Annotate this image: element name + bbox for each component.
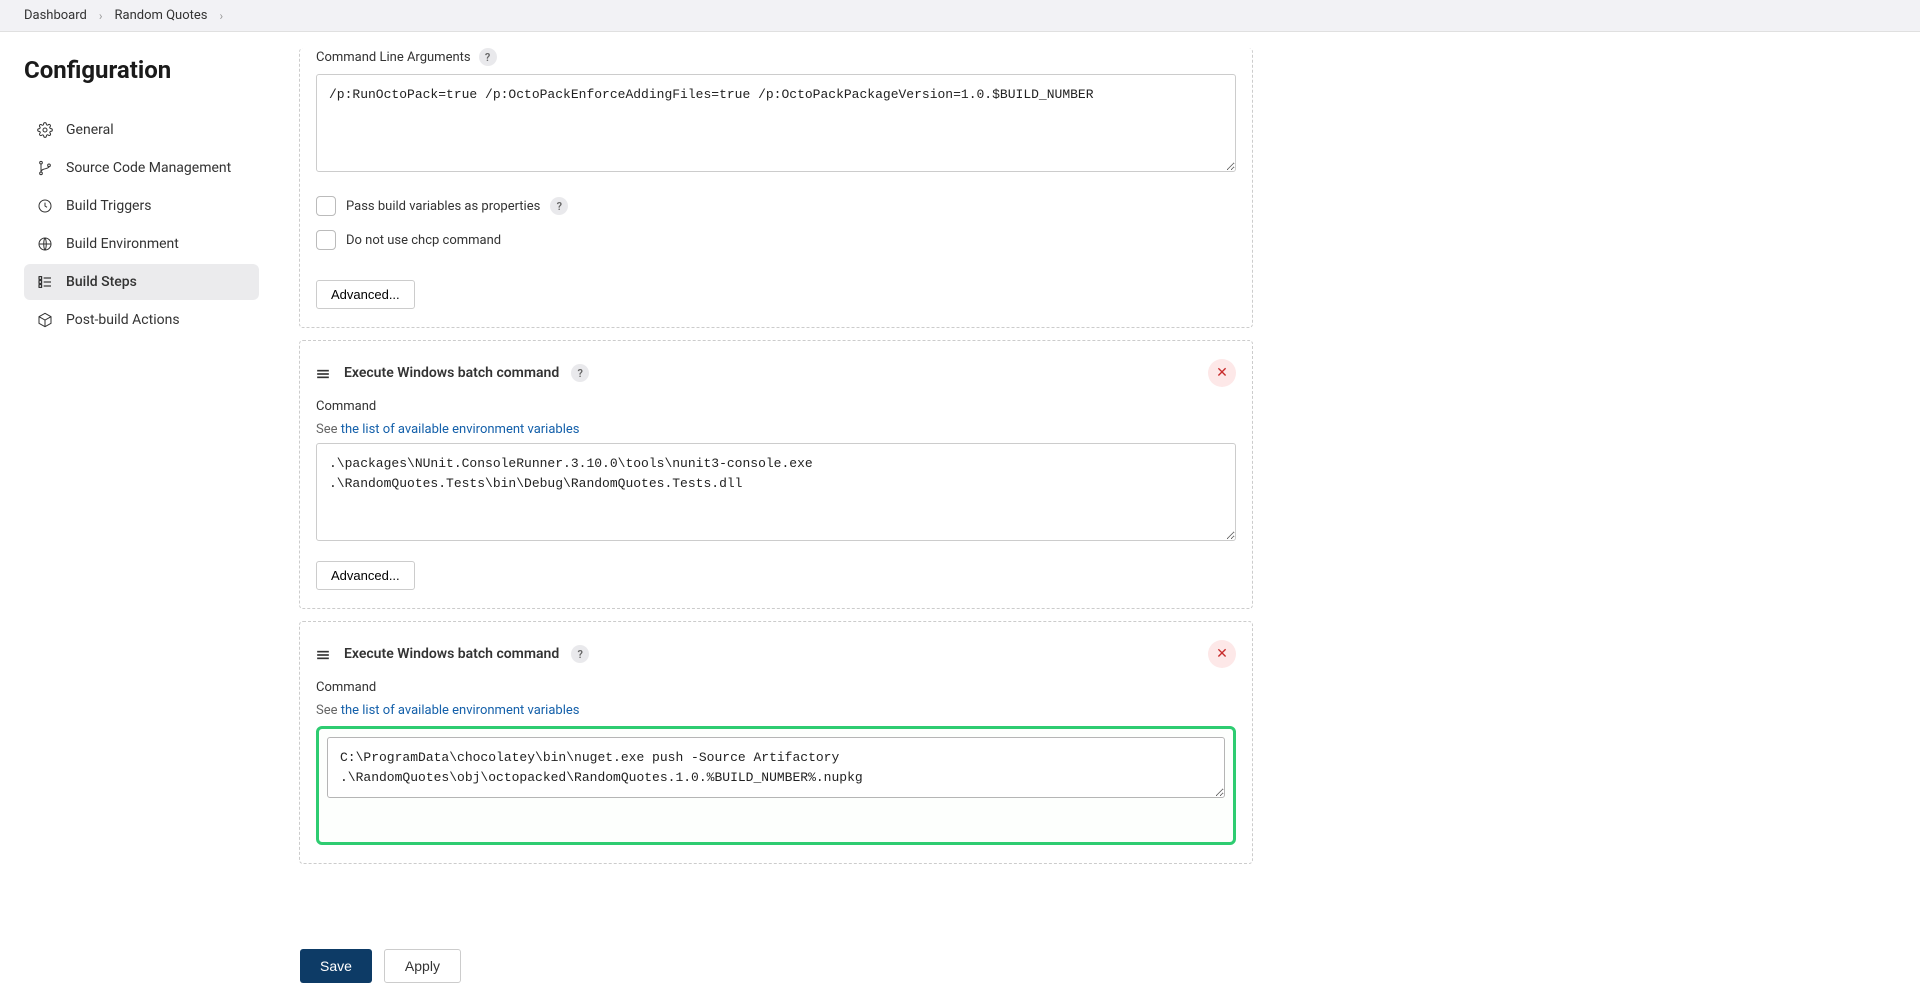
nav-environment[interactable]: Build Environment — [24, 226, 259, 262]
drag-handle-icon[interactable] — [316, 367, 332, 379]
build-step-msbuild: Command Line Arguments ? Pass build vari… — [299, 48, 1253, 328]
env-vars-link[interactable]: the list of available environment variab… — [341, 703, 580, 718]
chevron-right-icon: › — [99, 9, 103, 23]
command-input-highlighted[interactable] — [327, 737, 1225, 798]
apply-button[interactable]: Apply — [384, 949, 461, 983]
package-icon — [36, 311, 54, 329]
advanced-button[interactable]: Advanced... — [316, 561, 415, 590]
save-button[interactable]: Save — [300, 949, 372, 983]
bottom-action-bar: Save Apply — [300, 949, 461, 983]
globe-icon — [36, 235, 54, 253]
help-icon[interactable]: ? — [550, 197, 568, 215]
gear-icon — [36, 121, 54, 139]
help-icon[interactable]: ? — [571, 645, 589, 663]
nav-label: Build Steps — [66, 274, 137, 290]
cmdline-args-input[interactable] — [316, 74, 1236, 172]
step-title: Execute Windows batch command — [344, 646, 559, 662]
nav-general[interactable]: General — [24, 112, 259, 148]
build-step-batch-2: Execute Windows batch command ? ✕ Comman… — [299, 621, 1253, 864]
sidebar: Configuration General Source Code Manage… — [0, 32, 275, 976]
delete-step-button[interactable]: ✕ — [1208, 359, 1236, 387]
nav-label: Build Environment — [66, 236, 179, 252]
step-title: Execute Windows batch command — [344, 365, 559, 381]
command-label: Command — [316, 680, 1236, 695]
env-vars-hint: See the list of available environment va… — [316, 703, 1236, 718]
nav-label: Source Code Management — [66, 160, 231, 176]
nav-build-steps[interactable]: Build Steps — [24, 264, 259, 300]
help-icon[interactable]: ? — [479, 48, 497, 66]
cmdline-args-label: Command Line Arguments ? — [316, 48, 1236, 66]
command-label: Command — [316, 399, 1236, 414]
checkbox-label: Pass build variables as properties — [346, 199, 540, 214]
chevron-right-icon: › — [220, 9, 224, 23]
nav-label: Post-build Actions — [66, 312, 180, 328]
build-step-batch-1: Execute Windows batch command ? ✕ Comman… — [299, 340, 1253, 609]
page-title: Configuration — [24, 56, 259, 84]
delete-step-button[interactable]: ✕ — [1208, 640, 1236, 668]
checkbox-label: Do not use chcp command — [346, 233, 501, 248]
checkbox-pass-vars[interactable] — [316, 196, 336, 216]
branch-icon — [36, 159, 54, 177]
main-content: Command Line Arguments ? Pass build vari… — [275, 32, 1285, 976]
steps-icon — [36, 273, 54, 291]
nav-post-build[interactable]: Post-build Actions — [24, 302, 259, 338]
nav-scm[interactable]: Source Code Management — [24, 150, 259, 186]
command-input[interactable] — [316, 443, 1236, 541]
nav-label: Build Triggers — [66, 198, 151, 214]
drag-handle-icon[interactable] — [316, 648, 332, 660]
breadcrumb-dashboard[interactable]: Dashboard — [24, 8, 87, 23]
env-vars-hint: See the list of available environment va… — [316, 422, 1236, 437]
checkbox-row-pass-vars: Pass build variables as properties ? — [316, 196, 1236, 216]
clock-icon — [36, 197, 54, 215]
env-vars-link[interactable]: the list of available environment variab… — [341, 422, 580, 437]
breadcrumb-random-quotes[interactable]: Random Quotes — [114, 8, 207, 23]
checkbox-chcp[interactable] — [316, 230, 336, 250]
checkbox-row-chcp: Do not use chcp command — [316, 230, 1236, 250]
nav-label: General — [66, 122, 114, 138]
nav-triggers[interactable]: Build Triggers — [24, 188, 259, 224]
highlighted-command-box — [316, 726, 1236, 845]
breadcrumb: Dashboard › Random Quotes › — [0, 0, 1920, 32]
advanced-button[interactable]: Advanced... — [316, 280, 415, 309]
help-icon[interactable]: ? — [571, 364, 589, 382]
